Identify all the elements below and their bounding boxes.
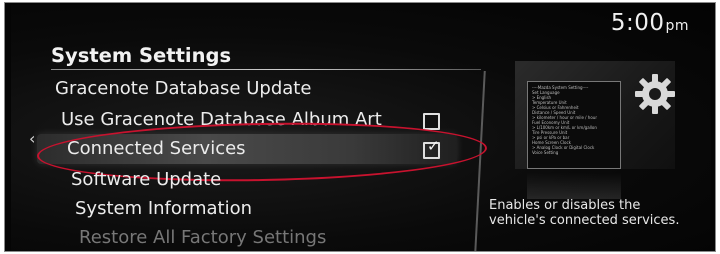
settings-preview-card: ----Mazda System Setting---- Set Languag… (527, 81, 621, 169)
menu-item-gracenote-database-update[interactable]: Gracenote Database Update (55, 78, 311, 99)
menu-item-label: Software Update (71, 169, 222, 190)
menu-item-restore-factory-settings[interactable]: Restore All Factory Settings (79, 227, 326, 248)
infotainment-screen: 5:00pm System Settings ‹ Gracenote Datab… (11, 5, 711, 251)
preview-line: Voice Setting (532, 150, 559, 155)
album-art-checkbox[interactable] (423, 113, 440, 130)
title-divider (51, 69, 481, 70)
back-chevron-icon[interactable]: ‹ (29, 129, 35, 148)
menu-item-label: Gracenote Database Update (55, 78, 312, 99)
menu-item-label: Restore All Factory Settings (79, 227, 327, 248)
preview-reflection (527, 173, 621, 199)
panel-divider (460, 71, 486, 251)
menu-item-system-information[interactable]: System Information (75, 198, 252, 219)
gear-icon (635, 74, 675, 114)
display-frame: 5:00pm System Settings ‹ Gracenote Datab… (4, 2, 716, 252)
menu-item-label: System Information (75, 198, 253, 219)
menu-item-software-update[interactable]: Software Update (71, 169, 221, 190)
clock: 5:00pm (611, 10, 689, 36)
setting-description: Enables or disables the vehicle's connec… (489, 198, 680, 228)
page-title: System Settings (51, 44, 232, 67)
clock-suffix: pm (665, 18, 689, 34)
clock-time: 5:00 (610, 10, 665, 36)
